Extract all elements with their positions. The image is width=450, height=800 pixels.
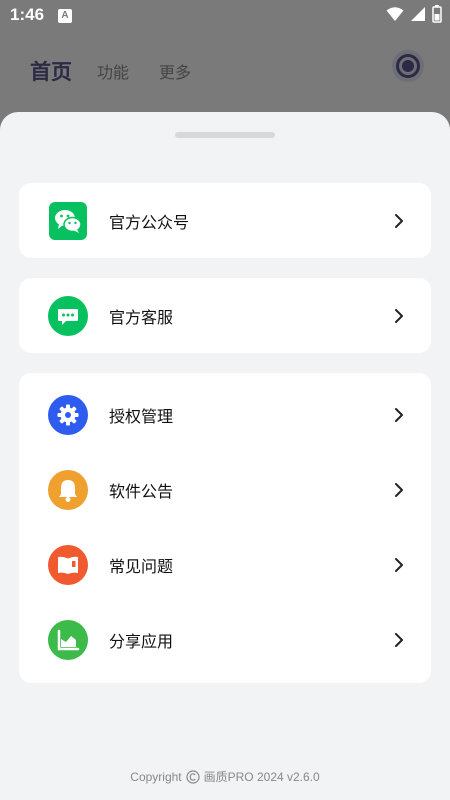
tab-home[interactable]: 首页 [30,56,72,86]
copyright-icon [186,769,200,784]
copyright-text: 画质PRO 2024 v2.6.0 [203,770,320,784]
card-more-options: 授权管理 软件公告 常见问题 分享应用 [19,373,431,683]
chevron-right-icon [395,407,403,422]
card-customer-service: 官方客服 [19,278,431,353]
menu-item-label: 授权管理 [109,406,174,426]
sheet-drag-handle[interactable] [175,132,275,138]
gear-icon [48,394,88,435]
chart-icon [48,619,88,660]
menu-item-license-management[interactable]: 授权管理 [19,377,431,452]
status-icons [386,5,442,23]
chevron-right-icon [395,308,403,323]
tab-more[interactable]: 更多 [159,59,191,83]
menu-item-announcements[interactable]: 软件公告 [19,452,431,527]
wifi-icon [386,7,404,21]
bottom-sheet: 官方公众号 官方客服 授权管理 软件公告 常见问题 分享应用 Copyright… [0,112,450,800]
record-icon [396,54,420,78]
menu-item-label: 官方公众号 [109,212,190,232]
wechat-icon [48,201,88,241]
menu-item-customer-service[interactable]: 官方客服 [19,278,431,353]
signal-icon [411,7,425,21]
menu-item-label: 软件公告 [109,481,174,501]
notification-icon: A [58,9,72,23]
chevron-right-icon [395,632,403,647]
menu-item-label: 常见问题 [109,556,174,576]
chat-bubble-icon [48,295,88,336]
record-button[interactable] [392,50,424,82]
card-wechat: 官方公众号 [19,183,431,258]
top-nav: 首页 功能 更多 [0,32,450,112]
menu-item-official-account[interactable]: 官方公众号 [19,183,431,258]
bell-icon [48,469,88,510]
menu-item-share-app[interactable]: 分享应用 [19,602,431,677]
menu-item-label: 官方客服 [109,307,174,327]
status-bar: 1:46 A [0,0,450,32]
tab-features[interactable]: 功能 [97,59,129,83]
battery-icon [432,5,442,23]
book-icon [48,544,88,585]
status-time: 1:46 [10,5,45,24]
menu-item-faq[interactable]: 常见问题 [19,527,431,602]
chevron-right-icon [395,482,403,497]
footer-copyright: Copyright 画质PRO 2024 v2.6.0 [0,768,450,785]
copyright-prefix: Copyright [130,769,182,784]
menu-item-label: 分享应用 [109,631,174,651]
chevron-right-icon [395,557,403,572]
chevron-right-icon [395,213,403,228]
